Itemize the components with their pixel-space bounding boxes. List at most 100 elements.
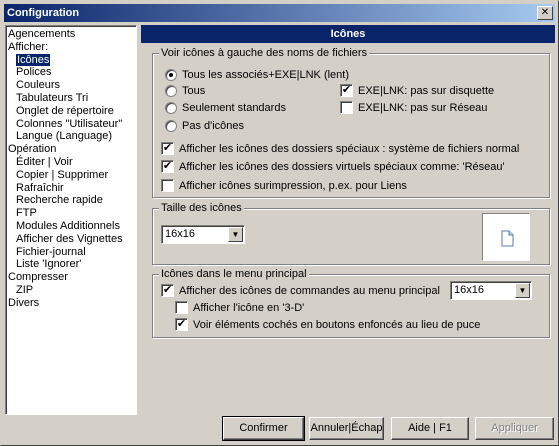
tree-item[interactable]: ZIP <box>8 284 136 297</box>
tree-item[interactable]: Icônes <box>8 53 136 67</box>
check-exe-network-label: EXE|LNK: pas sur Réseau <box>358 101 488 114</box>
radio-indicator[interactable] <box>165 84 177 97</box>
check-pressed-buttons[interactable]: ✔ Voir éléments cochés en boutons enfonc… <box>175 317 480 332</box>
tree-item-label: Éditer | Voir <box>16 155 73 168</box>
show-icons-group-title: Voir icônes à gauche des noms de fichier… <box>159 46 370 60</box>
tree-item[interactable]: Rafraîchir <box>8 182 136 195</box>
check-virtual-folders-label: Afficher les icônes des dossiers virtuel… <box>179 160 505 173</box>
tree-item-label: Onglet de répertoire <box>16 104 114 117</box>
panel-title: Icônes <box>141 25 555 43</box>
menu-icons-group-title: Icônes dans le menu principal <box>159 267 309 281</box>
tree-item-label: FTP <box>16 207 37 220</box>
checkbox-unchecked[interactable] <box>161 179 174 192</box>
chevron-down-icon[interactable]: ▼ <box>228 227 243 242</box>
help-button[interactable]: Aide | F1 <box>391 417 469 440</box>
tree-item[interactable]: Recherche rapide <box>8 194 136 207</box>
tree-item-label: Tabulateurs Tri <box>16 91 89 104</box>
tree-item[interactable]: Copier | Supprimer <box>8 169 136 182</box>
radio-standard-label: Seulement standards <box>182 101 286 114</box>
check-3d[interactable]: Afficher l'icône en '3-D' <box>175 300 304 315</box>
radio-all-associated[interactable]: Tous les associés+EXE|LNK (lent) <box>165 67 349 82</box>
tree-item[interactable]: Onglet de répertoire <box>8 105 136 118</box>
tree-item[interactable]: Éditer | Voir <box>8 156 136 169</box>
check-exe-floppy-label: EXE|LNK: pas sur disquette <box>358 84 495 97</box>
tree-item[interactable]: Afficher des Vignettes <box>8 233 136 246</box>
config-dialog: Configuration ✕ Agencements Afficher: Icôn… <box>0 0 559 446</box>
icon-size-select[interactable]: 16x16 ▼ <box>161 225 245 244</box>
tree-item-label: Fichier-journal <box>16 245 86 258</box>
menu-icon-size-value: 16x16 <box>454 284 484 296</box>
settings-tree[interactable]: Agencements Afficher: Icônes Polices Couleur… <box>5 25 137 415</box>
tree-item-label: Compresser <box>8 271 68 284</box>
tree-item[interactable]: Afficher: <box>8 41 136 54</box>
tree-item[interactable]: Modules Additionnels <box>8 220 136 233</box>
radio-indicator[interactable] <box>165 101 177 114</box>
tree-item-label: Rafraîchir <box>16 181 64 194</box>
check-overlay-label: Afficher icônes surimpression, p.ex. pou… <box>179 179 407 192</box>
tree-item-label: Opération <box>8 143 57 156</box>
radio-indicator[interactable] <box>165 119 177 132</box>
tree-item[interactable]: FTP <box>8 207 136 220</box>
tree-item-label: Polices <box>16 66 52 79</box>
tree-item-label: ZIP <box>16 283 34 296</box>
close-icon[interactable]: ✕ <box>537 6 553 20</box>
radio-standard[interactable]: Seulement standards <box>165 100 286 115</box>
checkbox-unchecked[interactable] <box>340 101 353 114</box>
checkbox-unchecked[interactable] <box>175 301 188 314</box>
tree-item-label: Liste 'Ignorer' <box>16 258 82 271</box>
radio-tous[interactable]: Tous <box>165 83 205 98</box>
tree-item[interactable]: Divers <box>8 297 136 310</box>
tree-item[interactable]: Polices <box>8 66 136 79</box>
check-special-folders[interactable]: ✔ Afficher les icônes des dossiers spéci… <box>161 141 519 156</box>
tree-item-label: Agencements <box>8 28 76 40</box>
tree-item-label: Copier | Supprimer <box>16 168 109 181</box>
apply-button[interactable]: Appliquer <box>475 417 554 440</box>
tree-item-label: Afficher: <box>8 40 49 53</box>
icon-size-value: 16x16 <box>165 228 195 240</box>
checkbox-checked[interactable]: ✔ <box>175 318 188 331</box>
check-special-folders-label: Afficher les icônes des dossiers spéciau… <box>179 142 520 155</box>
tree-item[interactable]: Compresser <box>8 271 136 284</box>
checkbox-checked[interactable]: ✔ <box>161 142 174 155</box>
tree-item[interactable]: Liste 'Ignorer' <box>8 258 136 271</box>
tree-item[interactable]: Colonnes "Utilisateur" <box>8 118 136 131</box>
tree-item-label: Langue (Language) <box>16 130 113 143</box>
radio-no-icons[interactable]: Pas d'icônes <box>165 118 244 133</box>
tree-item-label: Divers <box>8 296 40 309</box>
tree-item[interactable]: Tabulateurs Tri <box>8 92 136 105</box>
check-exe-floppy[interactable]: ✔ EXE|LNK: pas sur disquette <box>340 83 494 98</box>
radio-indicator[interactable] <box>165 68 177 81</box>
tree-item[interactable]: Langue (Language) <box>8 130 136 143</box>
checkbox-checked[interactable]: ✔ <box>161 160 174 173</box>
title-bar: Configuration ✕ <box>4 4 555 22</box>
checkbox-checked[interactable]: ✔ <box>340 84 353 97</box>
icon-size-group-title: Taille des icônes <box>159 201 244 215</box>
check-virtual-folders[interactable]: ✔ Afficher les icônes des dossiers virtu… <box>161 159 505 174</box>
tree-item[interactable]: Agencements <box>8 28 136 41</box>
tree-item-label: Icônes <box>16 53 51 66</box>
tree-item[interactable]: Opération <box>8 143 136 156</box>
check-3d-label: Afficher l'icône en '3-D' <box>193 301 305 314</box>
tree-item-label: Couleurs <box>16 79 61 92</box>
checkbox-checked[interactable]: ✔ <box>161 284 174 297</box>
icon-preview <box>482 213 530 261</box>
check-show-cmd-icons-label: Afficher des icônes de commandes au menu… <box>179 284 440 297</box>
chevron-down-icon[interactable]: ▼ <box>515 283 530 298</box>
menu-icon-size-select[interactable]: 16x16 ▼ <box>450 281 532 300</box>
tree-item[interactable]: Couleurs <box>8 79 136 92</box>
tree-item-label: Modules Additionnels <box>16 219 120 232</box>
radio-tous-label: Tous <box>182 84 206 97</box>
tree-item-label: Recherche rapide <box>16 194 103 207</box>
radio-all-label: Tous les associés+EXE|LNK (lent) <box>182 68 350 81</box>
window-title: Configuration <box>7 7 80 19</box>
confirm-button[interactable]: Confirmer <box>222 416 305 441</box>
check-overlay[interactable]: Afficher icônes surimpression, p.ex. pou… <box>161 178 407 193</box>
check-exe-network[interactable]: EXE|LNK: pas sur Réseau <box>340 100 487 115</box>
cancel-button[interactable]: Annuler|Échap <box>309 417 384 440</box>
document-icon <box>501 230 514 247</box>
check-pressed-buttons-label: Voir éléments cochés en boutons enfoncés… <box>193 318 481 331</box>
check-show-cmd-icons[interactable]: ✔ Afficher des icônes de commandes au me… <box>161 283 440 298</box>
radio-no-icons-label: Pas d'icônes <box>182 119 245 132</box>
tree-item[interactable]: Fichier-journal <box>8 246 136 259</box>
tree-item-label: Colonnes "Utilisateur" <box>16 117 123 130</box>
